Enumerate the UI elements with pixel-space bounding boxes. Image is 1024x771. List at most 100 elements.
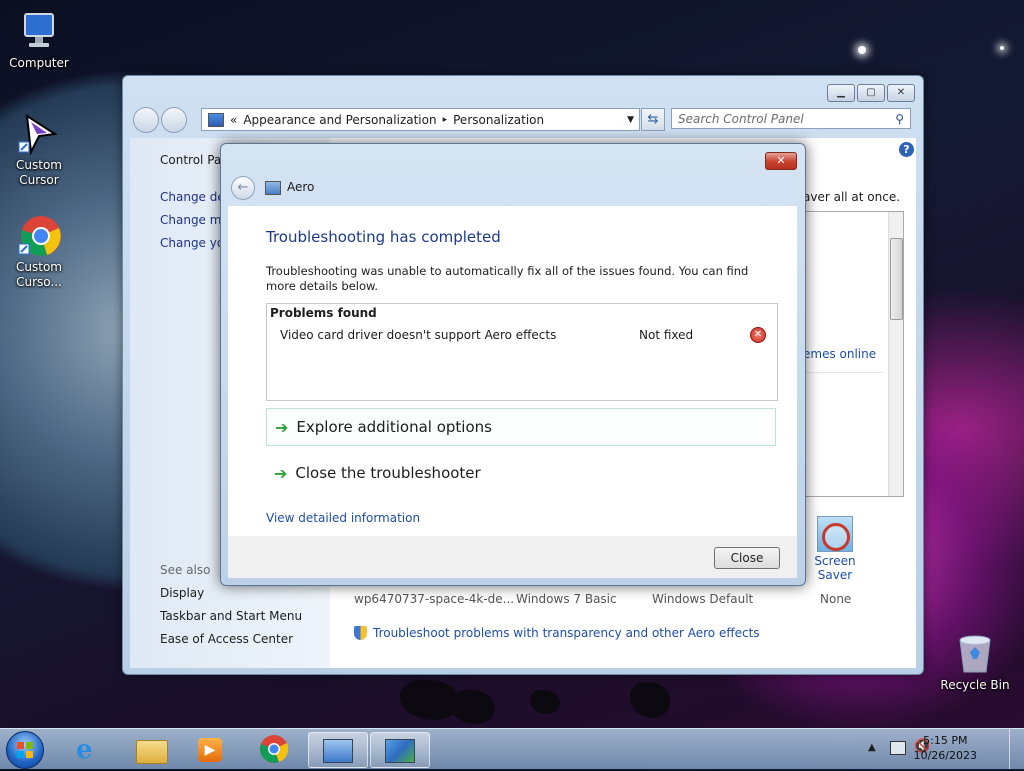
theme-list-divider: [803, 372, 883, 373]
wallpaper-label[interactable]: wp6470737-space-4k-de...: [354, 592, 514, 606]
desktop-icon-custom-cursor[interactable]: Custom Cursor: [4, 112, 74, 188]
clock-time: 5:15 PM: [923, 734, 968, 747]
desktop-icon-computer[interactable]: Computer: [4, 10, 74, 71]
search-icon: ⚲: [895, 111, 904, 126]
close-icon: ✕: [776, 154, 786, 167]
description-tail: aver all at once.: [803, 190, 901, 204]
wallpaper-asteroid: [630, 682, 670, 718]
screen-saver-value[interactable]: None: [820, 592, 851, 606]
refresh-icon: ⇆: [647, 112, 659, 127]
back-arrow-icon: ←: [237, 180, 249, 195]
screen-saver-label: Screen Saver: [814, 554, 856, 582]
taskbar-file-explorer[interactable]: [122, 732, 180, 766]
screen-saver-icon: [817, 516, 853, 552]
problems-found-box: Problems found Video card driver doesn't…: [266, 303, 778, 401]
taskbar: e ▶ ▲ 🔇 5:15 PM 10/26/2023: [0, 728, 1024, 769]
forward-button[interactable]: [161, 107, 187, 133]
see-also-heading: See also: [160, 563, 211, 577]
green-arrow-icon: ➔: [275, 417, 289, 437]
control-panel-icon: [323, 739, 353, 763]
explore-additional-options-link[interactable]: ➔ Explore additional options: [266, 408, 776, 446]
troubleshooter-icon: [385, 739, 415, 763]
address-bar[interactable]: « Appearance and Personalization ▸ Perso…: [201, 108, 640, 131]
media-player-icon: ▶: [198, 738, 222, 762]
taskbar-chrome[interactable]: [244, 732, 302, 766]
dialog-close-button[interactable]: ✕: [765, 152, 797, 170]
theme-list: emes online: [802, 211, 904, 497]
left-nav-link-mouse-pointers[interactable]: Change mo: [160, 213, 229, 227]
clock-date: 10/26/2023: [913, 749, 977, 762]
network-icon[interactable]: [890, 741, 906, 755]
desktop-icon-label: Custom Curso...: [16, 260, 62, 289]
troubleshooter-icon: [265, 181, 281, 195]
desktop-icon-recycle-bin[interactable]: Recycle Bin: [940, 632, 1010, 693]
desktop-icon-label: Custom Cursor: [16, 158, 62, 187]
chevron-down-icon[interactable]: ▼: [627, 115, 634, 125]
see-also-link-display[interactable]: Display: [160, 586, 204, 600]
shield-icon: [354, 626, 367, 640]
control-panel-icon: [208, 112, 224, 127]
green-arrow-icon: ➔: [274, 463, 288, 483]
chrome-icon: [260, 735, 289, 763]
taskbar-media-player[interactable]: ▶: [182, 732, 240, 766]
breadcrumb-item-appearance[interactable]: Appearance and Personalization: [243, 113, 436, 127]
window-caption-buttons: ▁ ▢ ✕: [827, 84, 915, 102]
problem-status: Not fixed: [639, 328, 694, 342]
desktop-icon-label: Computer: [9, 56, 69, 70]
see-also-link-ease-of-access[interactable]: Ease of Access Center: [160, 632, 293, 646]
minimize-button[interactable]: ▁: [827, 84, 855, 102]
close-troubleshooter-link[interactable]: ➔ Close the troubleshooter: [266, 454, 776, 492]
show-desktop-button[interactable]: [1009, 729, 1024, 769]
show-hidden-icons-button[interactable]: ▲: [868, 742, 876, 753]
close-button[interactable]: ✕: [887, 84, 915, 102]
dialog-button-bar: Close: [228, 536, 797, 578]
maximize-button[interactable]: ▢: [857, 84, 885, 102]
sounds-label[interactable]: Windows Default: [652, 592, 753, 606]
dialog-back-button[interactable]: ←: [231, 176, 255, 200]
control-panel-home-link[interactable]: Control Pan: [160, 153, 229, 167]
chrome-icon: [17, 214, 61, 258]
recycle-bin-icon: [953, 632, 997, 676]
cursor-icon: [17, 112, 61, 156]
problems-found-header: Problems found: [270, 306, 377, 320]
folder-icon: [136, 740, 168, 764]
close-dialog-button[interactable]: Close: [714, 547, 780, 569]
problem-name: Video card driver doesn't support Aero e…: [280, 328, 557, 342]
windows-logo-icon: [17, 742, 33, 758]
taskbar-control-panel[interactable]: [308, 732, 368, 768]
breadcrumb-separator[interactable]: ▸: [443, 115, 448, 125]
help-icon[interactable]: ?: [899, 142, 914, 157]
breadcrumb-prefix: «: [230, 112, 238, 127]
view-detailed-information-link[interactable]: View detailed information: [266, 511, 420, 525]
taskbar-internet-explorer[interactable]: e: [62, 732, 120, 766]
internet-explorer-icon: e: [76, 735, 93, 765]
window-color-label[interactable]: Windows 7 Basic: [516, 592, 617, 606]
desktop-icon-label: Recycle Bin: [940, 678, 1010, 692]
wallpaper-asteroid: [450, 690, 495, 724]
see-also-link-taskbar[interactable]: Taskbar and Start Menu: [160, 609, 302, 623]
refresh-button[interactable]: ⇆: [641, 108, 665, 131]
search-placeholder: Search Control Panel: [678, 111, 804, 126]
dialog-content: Troubleshooting has completed Troublesho…: [228, 206, 797, 536]
search-input[interactable]: Search Control Panel ⚲: [671, 108, 911, 129]
computer-icon: [17, 10, 61, 54]
back-button[interactable]: [133, 107, 159, 133]
error-icon: ✕: [750, 327, 766, 343]
troubleshooter-dialog: ✕ ← Aero Troubleshooting has completed T…: [220, 143, 806, 586]
screen-saver-button[interactable]: Screen Saver: [800, 516, 870, 582]
taskbar-troubleshooter[interactable]: [370, 732, 430, 768]
page-title: Troubleshooting has completed: [266, 228, 501, 246]
start-button[interactable]: [6, 731, 44, 769]
result-description: Troubleshooting was unable to automatica…: [266, 264, 749, 293]
breadcrumb-item-personalization[interactable]: Personalization: [453, 113, 544, 127]
troubleshoot-aero-link[interactable]: Troubleshoot problems with transparency …: [354, 626, 760, 640]
system-clock[interactable]: 5:15 PM 10/26/2023: [914, 733, 977, 763]
scrollbar-thumb[interactable]: [890, 238, 903, 320]
wallpaper-star: [1000, 46, 1004, 50]
dialog-title: Aero: [287, 180, 315, 194]
wallpaper-star: [858, 46, 866, 54]
desktop-icon-custom-cursor-2[interactable]: Custom Curso...: [4, 214, 74, 290]
wallpaper-asteroid: [530, 690, 560, 714]
scrollbar[interactable]: [888, 212, 903, 496]
get-more-themes-online-link[interactable]: emes online: [803, 347, 876, 361]
